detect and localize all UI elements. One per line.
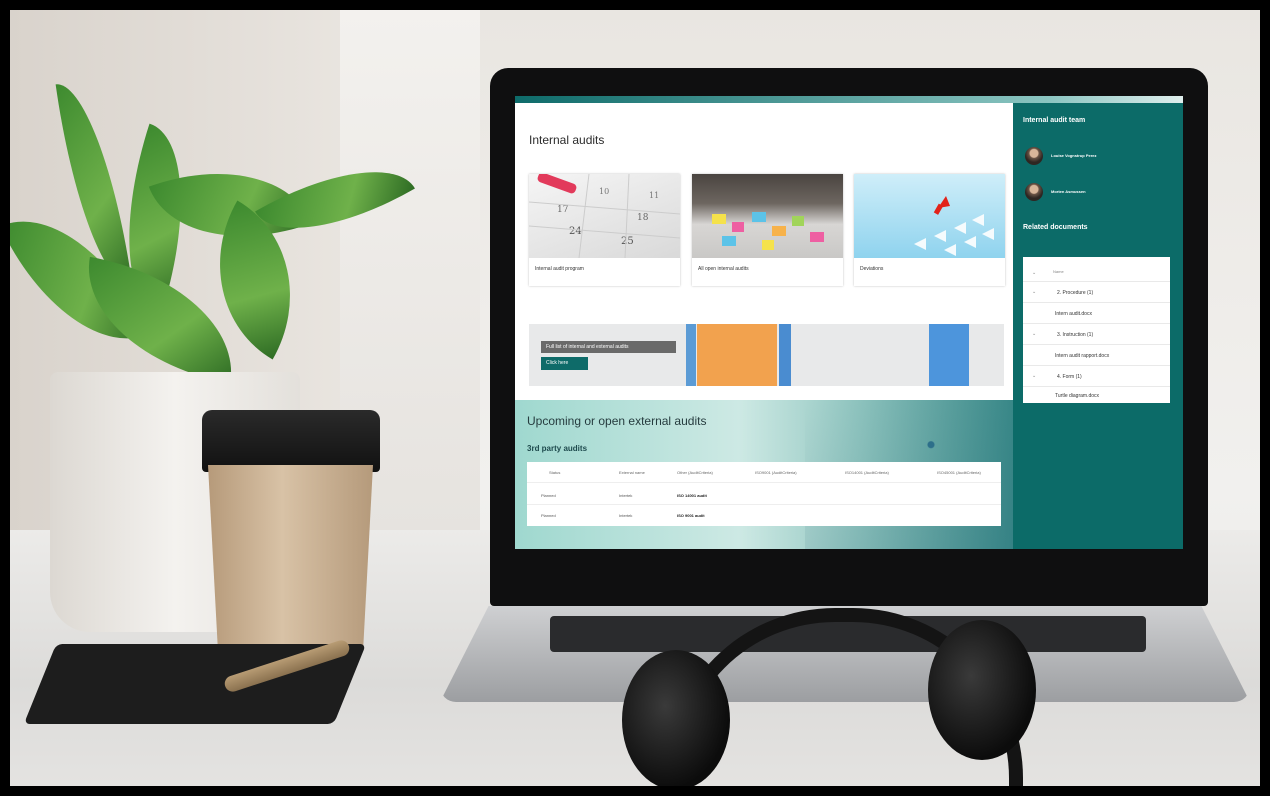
avatar — [1025, 147, 1043, 165]
svg-text:18: 18 — [637, 213, 649, 223]
svg-text:17: 17 — [557, 205, 569, 215]
arrows-image — [854, 174, 1005, 258]
photo-frame: Internal audits 10 11 17 18 24 25 Intern… — [0, 0, 1270, 796]
coffee-cup — [208, 465, 373, 650]
cell-status: Planned — [541, 493, 556, 498]
upcoming-audits-section: Upcoming or open external audits 3rd par… — [515, 400, 1013, 549]
doc-group-row[interactable]: ⌄ 4. Form (1) — [1023, 366, 1170, 387]
doc-group-label: 2. Procedure (1) — [1057, 290, 1094, 296]
svg-text:25: 25 — [621, 236, 634, 247]
column-header[interactable]: Other (AuditCriteria) — [677, 470, 713, 475]
cell-external: Intertek — [619, 493, 633, 498]
page-title: Internal audits — [529, 133, 605, 147]
column-header[interactable]: ISO9001 (AuditCriteria) — [755, 470, 797, 475]
avatar — [1025, 183, 1043, 201]
doc-file-row[interactable]: Turtle diagram.docx — [1023, 385, 1170, 405]
member-name: Louise Vognstrup Perez — [1051, 153, 1097, 158]
documents-header[interactable]: ⌄ Name — [1023, 263, 1170, 282]
card-label: All open internal audits — [698, 266, 749, 272]
chevron-down-icon: ⌄ — [1032, 331, 1037, 337]
banner-orange-block — [697, 324, 777, 386]
main-content: Internal audits 10 11 17 18 24 25 Intern… — [515, 103, 1013, 549]
doc-file-label: Intern audit.docx — [1055, 311, 1092, 317]
section-subtitle: 3rd party audits — [527, 444, 588, 453]
documents-list: ⌄ Name ⌄ 2. Procedure (1) Intern audit.d… — [1023, 257, 1170, 403]
card-label: Internal audit program — [535, 266, 584, 272]
column-header[interactable]: ISO45001 (AuditCriteria) — [937, 470, 981, 475]
banner-stripe — [779, 324, 791, 386]
arrows-illustration — [914, 196, 994, 256]
cell-other: ISO 9001 audit — [677, 513, 705, 518]
chevron-down-icon: ⌄ — [1032, 270, 1037, 276]
doc-group-row[interactable]: ⌄ 2. Procedure (1) — [1023, 282, 1170, 303]
member-name: Morten Asmussen — [1051, 189, 1086, 194]
svg-text:11: 11 — [649, 191, 659, 200]
click-here-button[interactable]: Click here — [541, 357, 588, 370]
card-all-open-internal-audits[interactable]: All open internal audits — [692, 174, 843, 286]
doc-file-label: Turtle diagram.docx — [1055, 393, 1099, 399]
audits-table: Status External name Other (AuditCriteri… — [527, 462, 1001, 526]
team-member[interactable]: Morten Asmussen — [1025, 183, 1175, 201]
section-title: Upcoming or open external audits — [527, 414, 707, 428]
calendar-image: 10 11 17 18 24 25 — [529, 174, 680, 258]
team-heading: Internal audit team — [1023, 117, 1086, 124]
page-top-bar — [515, 96, 1183, 103]
headphones-left-cup — [622, 650, 730, 786]
doc-file-label: Intern audit rapport.docx — [1055, 353, 1110, 359]
card-label: Deviations — [860, 266, 884, 272]
cell-other: ISO 14001 audit — [677, 493, 707, 498]
laptop-screen: Internal audits 10 11 17 18 24 25 Intern… — [515, 96, 1183, 549]
banner-caption: Full list of internal and external audit… — [541, 341, 676, 353]
svg-text:10: 10 — [599, 187, 609, 196]
banner-stripe — [929, 324, 969, 386]
column-header[interactable]: ISO14001 (AuditCriteria) — [845, 470, 889, 475]
cell-status: Planned — [541, 513, 556, 518]
column-header[interactable]: Status — [549, 470, 560, 475]
chevron-down-icon: ⌄ — [1032, 289, 1037, 295]
card-deviations[interactable]: Deviations — [854, 174, 1005, 286]
doc-group-label: 3. Instruction (1) — [1057, 332, 1094, 338]
sticky-notes-illustration — [712, 212, 824, 250]
doc-file-row[interactable]: Intern audit rapport.docx — [1023, 345, 1170, 366]
audit-banner: Full list of internal and external audit… — [529, 324, 1004, 386]
row-divider — [527, 482, 1001, 483]
cup-lid — [202, 410, 380, 472]
sticky-notes-image — [692, 174, 843, 258]
sidebar: Internal audit team Louise Vognstrup Per… — [1013, 103, 1183, 549]
documents-heading: Related documents — [1023, 224, 1088, 231]
doc-file-row[interactable]: Intern audit.docx — [1023, 303, 1170, 324]
doc-group-row[interactable]: ⌄ 3. Instruction (1) — [1023, 324, 1170, 345]
banner-stripe — [686, 324, 696, 386]
desk-photo: Internal audits 10 11 17 18 24 25 Intern… — [10, 10, 1260, 786]
row-divider — [527, 504, 1001, 505]
cell-external: Intertek — [619, 513, 633, 518]
card-internal-audit-program[interactable]: 10 11 17 18 24 25 Internal audit program — [529, 174, 680, 286]
svg-text:24: 24 — [569, 226, 582, 237]
headphones-right-cup — [928, 620, 1036, 760]
calendar-illustration: 10 11 17 18 24 25 — [529, 174, 680, 258]
column-header[interactable]: External name — [619, 470, 645, 475]
chevron-down-icon: ⌄ — [1032, 373, 1037, 379]
team-member[interactable]: Louise Vognstrup Perez — [1025, 147, 1175, 165]
column-name-header: Name — [1053, 269, 1064, 274]
doc-group-label: 4. Form (1) — [1057, 374, 1082, 380]
